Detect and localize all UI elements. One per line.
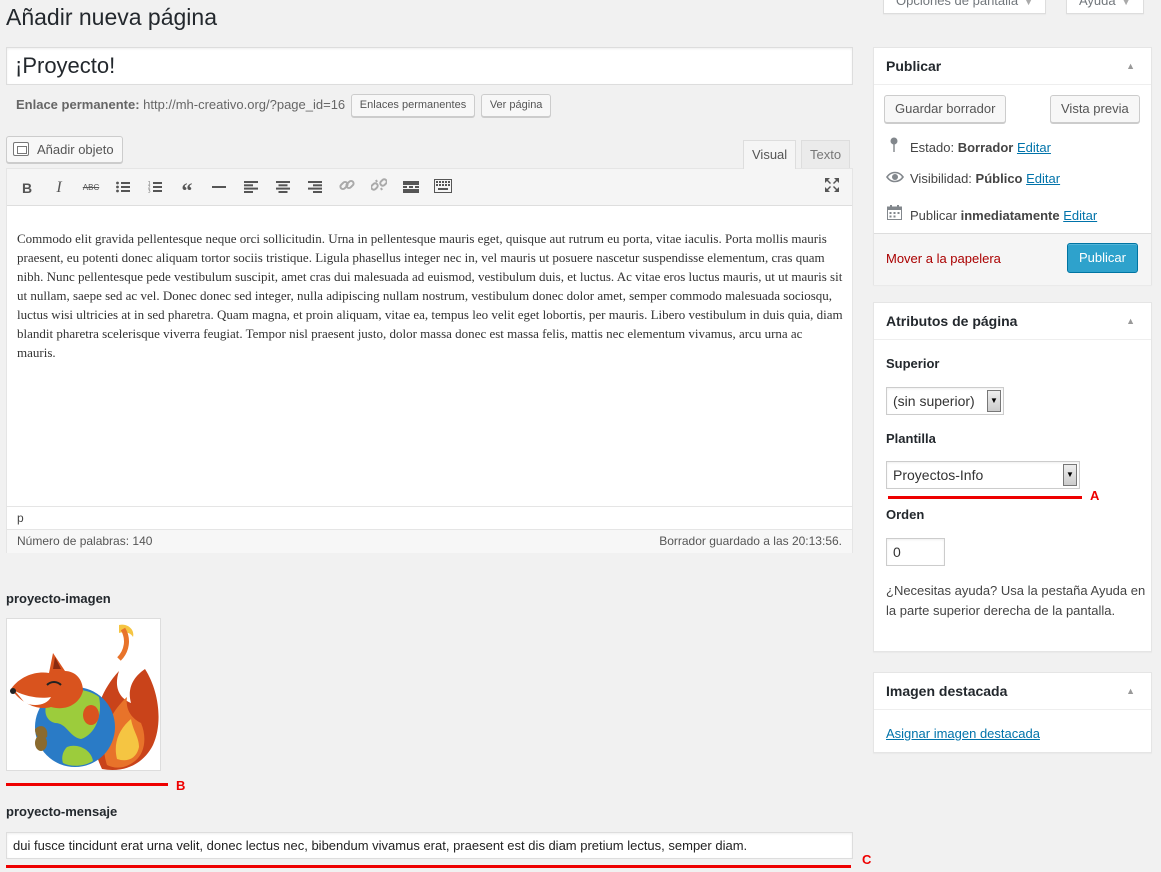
publish-box-title: Publicar xyxy=(886,58,942,74)
draft-saved-status: Borrador guardado a las 20:13:56. xyxy=(659,534,842,548)
publish-schedule-row: Publicar inmediatamente Editar xyxy=(886,205,1097,223)
annotation-underline-c xyxy=(6,865,851,868)
pin-icon xyxy=(886,137,902,155)
editor-content[interactable]: Commodo elit gravida pellentesque neque … xyxy=(17,229,843,362)
proyecto-imagen-thumbnail[interactable] xyxy=(6,618,161,771)
help-button[interactable]: Ayuda ▼ xyxy=(1066,0,1144,14)
edit-status-link[interactable]: Editar xyxy=(1017,140,1051,155)
align-left-icon[interactable] xyxy=(238,175,264,201)
set-featured-image-link[interactable]: Asignar imagen destacada xyxy=(886,726,1040,741)
numbered-list-icon[interactable]: 123 xyxy=(142,175,168,201)
help-label: Ayuda xyxy=(1079,0,1116,8)
tab-text[interactable]: Texto xyxy=(801,140,851,169)
align-right-icon[interactable] xyxy=(302,175,328,201)
proyecto-mensaje-input[interactable]: dui fusce tincidunt erat urna velit, don… xyxy=(6,832,853,859)
template-label: Plantilla xyxy=(886,431,936,446)
bold-icon[interactable]: B xyxy=(14,175,40,201)
collapse-arrow-icon[interactable]: ▲ xyxy=(1126,316,1135,326)
annotation-marker-c: C xyxy=(862,852,872,867)
template-select-value: Proyectos-Info xyxy=(893,467,984,483)
keyboard-icon[interactable] xyxy=(430,175,456,201)
featured-image-title: Imagen destacada xyxy=(886,683,1008,699)
annotation-underline-a xyxy=(888,496,1082,499)
eye-icon xyxy=(886,171,904,186)
parent-select-value: (sin superior) xyxy=(893,393,975,409)
calendar-icon xyxy=(886,205,902,223)
permalink-label: Enlace permanente: xyxy=(16,96,140,112)
tab-visual[interactable]: Visual xyxy=(743,140,797,169)
bullet-list-icon[interactable] xyxy=(110,175,136,201)
collapse-arrow-icon[interactable]: ▲ xyxy=(1126,61,1135,71)
page-attributes-help: ¿Necesitas ayuda? Usa la pestaña Ayuda e… xyxy=(886,583,1146,618)
edit-visibility-link[interactable]: Editar xyxy=(1026,171,1060,186)
permalink-row: Enlace permanente: http://mh-creativo.or… xyxy=(16,94,552,117)
page-attributes-header[interactable]: Atributos de página ▲ xyxy=(874,303,1151,340)
proyecto-imagen-label: proyecto-imagen xyxy=(6,591,111,606)
chevron-down-icon: ▼ xyxy=(1121,0,1131,7)
editor-path: p xyxy=(7,506,852,529)
unlink-icon[interactable] xyxy=(366,175,392,201)
publish-schedule-label: Publicar xyxy=(910,208,957,223)
chevron-down-icon: ▼ xyxy=(1063,464,1077,486)
chevron-down-icon: ▼ xyxy=(1024,0,1034,7)
read-more-icon[interactable] xyxy=(398,175,424,201)
order-input[interactable]: 0 xyxy=(886,538,945,566)
move-to-trash-link[interactable]: Mover a la papelera xyxy=(886,251,1001,266)
media-icon xyxy=(13,142,29,156)
page-title: Añadir nueva página xyxy=(6,4,217,30)
collapse-arrow-icon[interactable]: ▲ xyxy=(1126,686,1135,696)
publish-box-header[interactable]: Publicar ▲ xyxy=(874,48,1151,85)
link-icon[interactable] xyxy=(334,175,360,201)
editor: B I ABC 123 “ Commodo elit gravida pelle… xyxy=(6,168,853,553)
status-value: Borrador xyxy=(957,140,1014,155)
annotation-underline-b xyxy=(6,783,168,786)
featured-image-box: Imagen destacada ▲ Asignar imagen destaca… xyxy=(873,672,1152,753)
publish-button[interactable]: Publicar xyxy=(1067,243,1138,273)
edit-schedule-link[interactable]: Editar xyxy=(1063,208,1097,223)
order-label: Orden xyxy=(886,507,925,522)
strikethrough-icon[interactable]: ABC xyxy=(78,175,104,201)
align-center-icon[interactable] xyxy=(270,175,296,201)
visibility-label: Visibilidad: xyxy=(910,171,972,186)
visibility-row: Visibilidad: Público Editar xyxy=(886,171,1060,186)
page-attributes-box: Atributos de página ▲ Superior (sin super… xyxy=(873,302,1152,652)
word-count: Número de palabras: 140 xyxy=(17,534,153,548)
annotation-marker-b: B xyxy=(176,778,186,793)
preview-button[interactable]: Vista previa xyxy=(1050,95,1140,123)
parent-label: Superior xyxy=(886,356,940,371)
fullscreen-icon[interactable] xyxy=(819,175,845,201)
visibility-value: Público xyxy=(975,171,1023,186)
screen-options-button[interactable]: Opciones de pantalla ▼ xyxy=(883,0,1047,14)
template-select[interactable]: Proyectos-Info ▼ xyxy=(886,461,1080,489)
view-page-button[interactable]: Ver página xyxy=(480,94,552,117)
annotation-marker-a: A xyxy=(1090,488,1100,503)
post-title-input[interactable]: ¡Proyecto! xyxy=(6,47,853,85)
add-media-label: Añadir objeto xyxy=(37,142,114,157)
publish-box: Publicar ▲ Guardar borrador Vista previa … xyxy=(873,47,1152,285)
permalinks-button[interactable]: Enlaces permanentes xyxy=(350,94,476,117)
save-draft-button[interactable]: Guardar borrador xyxy=(884,95,1007,123)
parent-select[interactable]: (sin superior) ▼ xyxy=(886,387,1004,415)
quote-icon[interactable]: “ xyxy=(174,175,200,203)
screen-options-label: Opciones de pantalla xyxy=(896,0,1019,8)
page-attributes-title: Atributos de página xyxy=(886,313,1018,329)
horizontal-line-icon[interactable] xyxy=(206,175,232,201)
italic-icon[interactable]: I xyxy=(46,175,72,201)
editor-toolbar: B I ABC 123 “ xyxy=(7,169,852,206)
permalink-url: http://mh-creativo.org/?page_id=16 xyxy=(143,96,346,112)
chevron-down-icon: ▼ xyxy=(987,390,1001,412)
add-media-button[interactable]: Añadir objeto xyxy=(6,136,123,163)
publish-schedule-value: inmediatamente xyxy=(960,208,1060,223)
status-label: Estado: xyxy=(910,140,955,155)
fox-globe-image xyxy=(10,624,159,770)
featured-image-header[interactable]: Imagen destacada ▲ xyxy=(874,673,1151,710)
editor-status-bar: Número de palabras: 140 Borrador guardad… xyxy=(7,529,852,553)
proyecto-mensaje-label: proyecto-mensaje xyxy=(6,804,118,819)
svg-text:3: 3 xyxy=(148,189,151,194)
publish-actions: Mover a la papelera Publicar xyxy=(874,233,1151,285)
status-row: Estado: Borrador Editar xyxy=(886,137,1051,155)
